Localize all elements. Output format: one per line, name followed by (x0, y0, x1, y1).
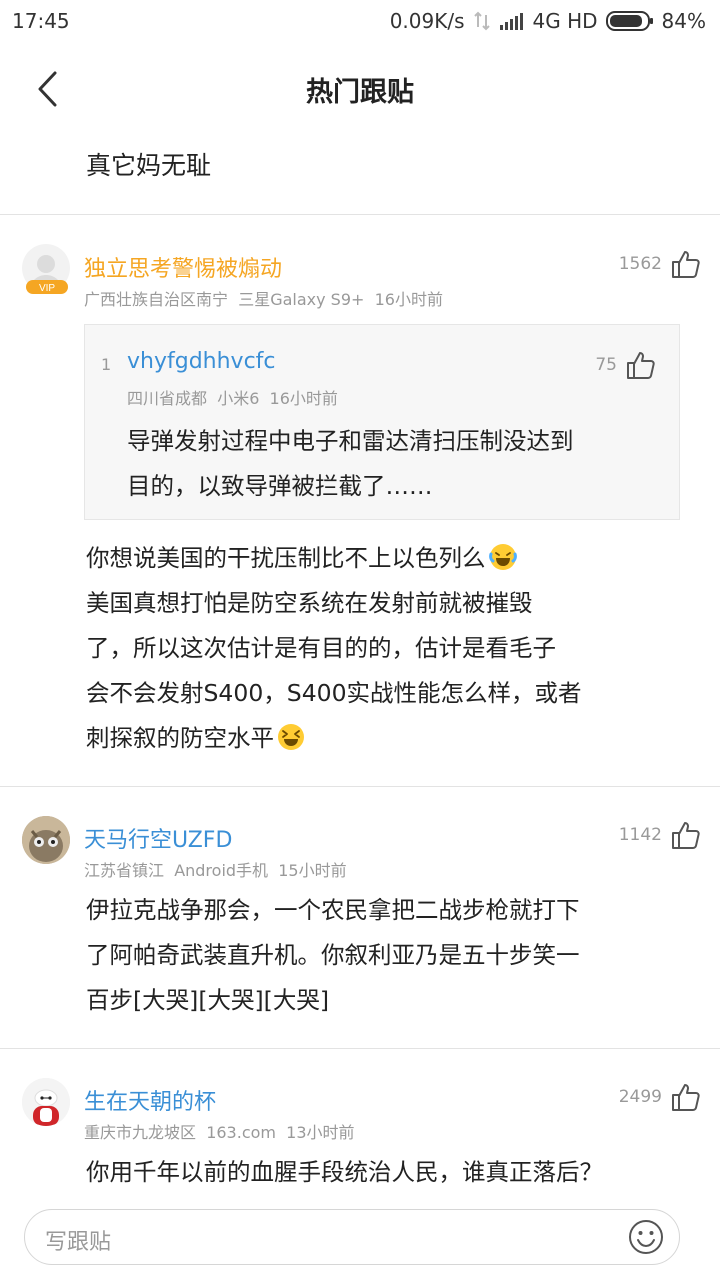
comment-text: 你想说美国的干扰压制比不上以色列么 美国真想打怕是防空系统在发射前就被摧毁 了，… (86, 544, 582, 752)
cat-avatar-icon (22, 816, 70, 864)
reply-text: 导弹发射过程中电子和雷达清扫压制没达到 目的，以致导弹被拦截了…… (127, 427, 574, 500)
svg-text:VIP: VIP (39, 283, 55, 294)
like-button[interactable]: 1142 (619, 819, 702, 851)
network-speed: 0.09K/s (389, 9, 465, 33)
nested-reply: 1 vhyfgdhhvcfc 四川省成都 小米6 16小时前 75 导弹发射过程… (84, 324, 680, 520)
comment-username[interactable]: 生在天朝的杯 (84, 1084, 216, 1116)
like-count: 2499 (618, 1087, 662, 1107)
reply-placeholder: 写跟贴 (45, 1230, 112, 1255)
thumbs-up-icon (672, 822, 700, 849)
comment-username[interactable]: 天马行空UZFD (84, 822, 232, 854)
avatar[interactable] (22, 1078, 70, 1126)
thumbs-up-icon (672, 251, 700, 278)
battery-icon (605, 11, 653, 31)
data-transfer-icon (473, 11, 490, 31)
comment-text: 你用千年以前的血腥手段统治人民，谁真正落后？ (86, 1158, 603, 1186)
reply-input[interactable]: 写跟贴 (24, 1209, 680, 1265)
divider (0, 214, 720, 215)
floor-number: 1 (101, 355, 112, 374)
like-button[interactable]: 1562 (619, 248, 702, 280)
like-count: 1562 (618, 254, 662, 274)
network-type: 4G HD (532, 9, 598, 33)
signal-icon (499, 13, 523, 30)
status-time: 17:45 (12, 9, 70, 33)
like-button[interactable]: 2499 (619, 1081, 702, 1113)
smile-icon[interactable] (627, 1218, 665, 1256)
divider (0, 786, 720, 787)
battery-level: 84% (661, 9, 706, 33)
comment-meta: 江苏省镇江 Android手机 15小时前 (84, 861, 347, 880)
laughing-tears-emoji-icon (488, 544, 517, 570)
reply-like-count: 75 (595, 355, 617, 375)
divider (0, 1048, 720, 1049)
thumbs-up-icon (627, 352, 655, 379)
comment-meta: 重庆市九龙坡区 163.com 13小时前 (84, 1123, 355, 1142)
thumbs-up-icon (672, 1084, 700, 1111)
robot-avatar-icon (22, 1078, 70, 1126)
page-title: 热门跟贴 (306, 77, 414, 108)
comment-meta: 广西壮族自治区南宁 三星Galaxy S9+ 16小时前 (84, 290, 443, 309)
status-bar: 17:45 0.09K/s 4G HD 84% (0, 0, 720, 42)
squinting-laugh-emoji-icon (278, 724, 304, 750)
reply-like-button[interactable]: 75 (595, 349, 657, 381)
reply-meta: 四川省成都 小米6 16小时前 (127, 389, 338, 408)
comment-text: 伊拉克战争那会，一个农民拿把二战步枪就打下 了阿帕奇武装直升机。你叙利亚乃是五十… (86, 896, 580, 1014)
avatar[interactable] (22, 816, 70, 864)
reply-username[interactable]: vhyfgdhhvcfc (127, 349, 276, 374)
like-count: 1142 (618, 825, 662, 845)
vip-badge: VIP (26, 280, 68, 294)
quoted-comment-text: 真它妈无耻 (86, 151, 212, 180)
comment-username[interactable]: 独立思考警惕被煽动 (84, 251, 282, 283)
nav-bar: 热门跟贴 (0, 42, 720, 136)
